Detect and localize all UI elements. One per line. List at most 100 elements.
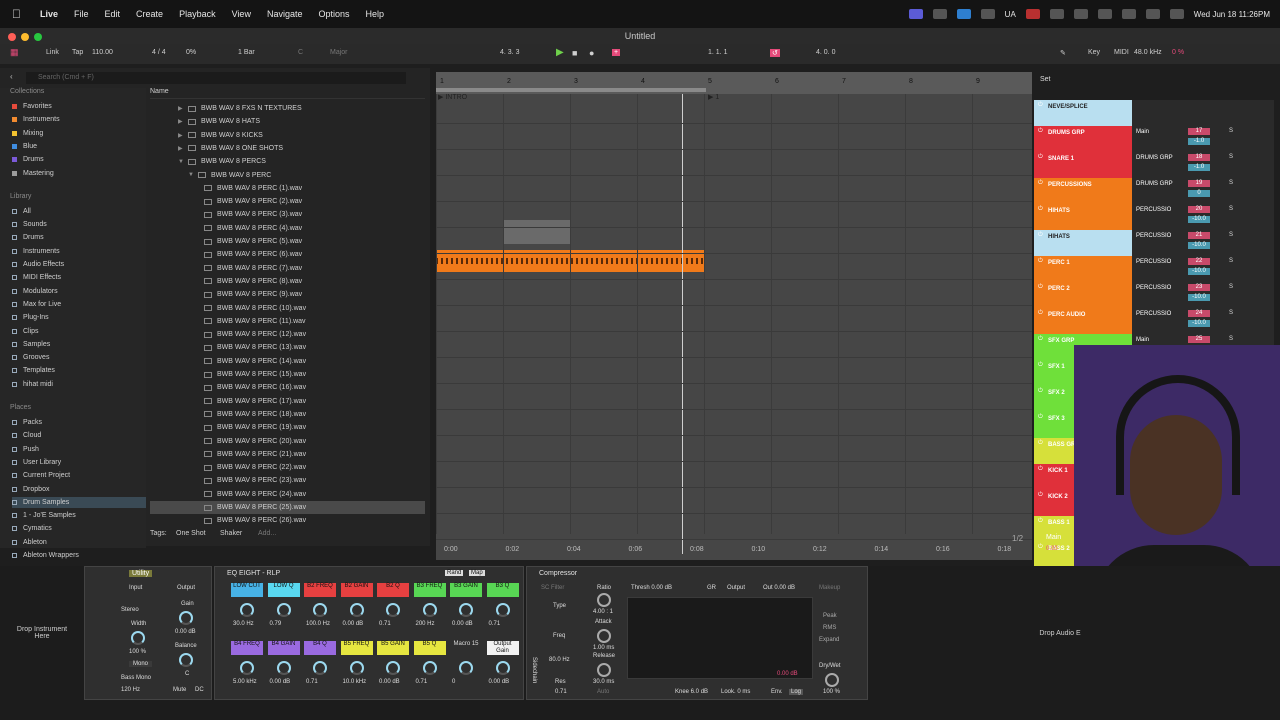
track-name[interactable]: PERC 2 bbox=[1034, 282, 1132, 308]
eq-knob[interactable] bbox=[459, 603, 473, 617]
map-button[interactable]: Map bbox=[469, 570, 485, 576]
places-item[interactable]: Current Project bbox=[12, 470, 146, 481]
out-value[interactable]: Out 0.00 dB bbox=[763, 585, 795, 591]
utility-width-value[interactable]: 100 % bbox=[129, 649, 146, 655]
drop-audio-zone[interactable]: Drop Audio E bbox=[1030, 630, 1090, 637]
track-volume[interactable]: -1.0 bbox=[1188, 164, 1210, 171]
track-volume[interactable]: 0 bbox=[1188, 190, 1210, 197]
track-lane[interactable] bbox=[436, 514, 1032, 540]
track-lane[interactable] bbox=[436, 254, 1032, 280]
collection-item[interactable]: Mixing bbox=[12, 128, 146, 139]
chevron-right-icon[interactable]: ▶ bbox=[178, 132, 188, 139]
eq-knob[interactable] bbox=[276, 661, 291, 675]
track-header[interactable]: PERC AUDIO ⏻ PERCUSSIO 24 S -10.0 bbox=[1034, 308, 1274, 334]
minimize-window-button[interactable] bbox=[21, 33, 29, 41]
chevron-right-icon[interactable]: ▶ bbox=[178, 145, 188, 152]
apple-icon[interactable]:  bbox=[12, 7, 26, 21]
collection-item[interactable]: Drums bbox=[12, 154, 146, 165]
view-toggle-icon[interactable]: ▦ bbox=[10, 47, 19, 58]
track-output-routing[interactable]: Main bbox=[1136, 129, 1149, 135]
eq-band-label[interactable]: B2 GAIN bbox=[340, 583, 373, 597]
width-knob[interactable] bbox=[131, 631, 145, 645]
accessibility-icon[interactable] bbox=[956, 9, 971, 19]
chevron-down-icon[interactable]: ▼ bbox=[188, 172, 198, 178]
attack-knob[interactable] bbox=[597, 629, 611, 643]
track-lane[interactable] bbox=[436, 228, 1032, 254]
eq-band-value[interactable]: 0.71 bbox=[489, 621, 501, 627]
makeup-toggle[interactable]: Makeup bbox=[819, 585, 840, 591]
time-ruler[interactable]: 0:00 0:02 0:04 0:06 0:08 0:10 0:12 0:14 0:16 0:18 bbox=[436, 546, 1032, 558]
zoom-window-button[interactable] bbox=[34, 33, 42, 41]
eq-knob[interactable] bbox=[313, 661, 327, 675]
track-output-routing[interactable]: Main bbox=[1136, 337, 1149, 343]
folder-row[interactable]: ▶ BWB WAV 8 ONE SHOTS bbox=[150, 142, 425, 155]
places-item[interactable]: Cymatics bbox=[12, 523, 146, 534]
track-activator-icon[interactable]: ⏻ bbox=[1038, 544, 1043, 551]
track-lane[interactable] bbox=[436, 98, 1032, 124]
track-header[interactable]: PERC 1 ⏻ PERCUSSIO 22 S -10.0 bbox=[1034, 256, 1274, 282]
loop-start-field[interactable]: 1. 1. 1 bbox=[708, 49, 727, 56]
file-row[interactable]: BWB WAV 8 PERC (9).wav bbox=[150, 288, 425, 301]
solo-button[interactable]: S bbox=[1229, 232, 1233, 238]
track-name[interactable]: HIHATS bbox=[1034, 230, 1132, 256]
file-row[interactable]: BWB WAV 8 PERC (16).wav bbox=[150, 381, 425, 394]
file-row[interactable]: BWB WAV 8 PERC (12).wav bbox=[150, 328, 425, 341]
track-output-routing[interactable]: PERCUSSIO bbox=[1136, 207, 1171, 213]
places-item[interactable]: Dropbox bbox=[12, 484, 146, 495]
back-arrow-icon[interactable]: ‹ bbox=[10, 72, 13, 81]
tag-chip[interactable]: Shaker bbox=[220, 530, 242, 537]
eq-knob[interactable] bbox=[422, 603, 437, 617]
collection-item[interactable]: Instruments bbox=[12, 114, 146, 125]
places-item[interactable]: Ableton Wrappers bbox=[12, 550, 146, 561]
library-item[interactable]: Sounds bbox=[12, 219, 146, 230]
folder-row[interactable]: ▶ BWB WAV 8 HATS bbox=[150, 115, 425, 128]
track-activator-icon[interactable]: ⏻ bbox=[1038, 388, 1043, 395]
track-activator-icon[interactable]: ⏻ bbox=[1038, 414, 1043, 421]
menu-help[interactable]: Help bbox=[366, 9, 385, 19]
file-row[interactable]: BWB WAV 8 PERC (15).wav bbox=[150, 368, 425, 381]
eq-band-value[interactable]: 0.00 dB bbox=[270, 679, 291, 685]
file-row[interactable]: BWB WAV 8 PERC (26).wav bbox=[150, 514, 425, 527]
log-toggle[interactable]: Log bbox=[789, 689, 804, 695]
freq-value[interactable]: 80.0 Hz bbox=[549, 657, 570, 663]
eq-knob[interactable] bbox=[276, 603, 291, 617]
solo-button[interactable]: S bbox=[1229, 180, 1233, 186]
eq-knob[interactable] bbox=[386, 603, 400, 617]
track-activator-icon[interactable]: ⏻ bbox=[1038, 310, 1043, 317]
library-item[interactable]: All bbox=[12, 206, 146, 217]
menu-file[interactable]: File bbox=[74, 9, 89, 19]
file-row[interactable]: BWB WAV 8 PERC (6).wav bbox=[150, 248, 425, 261]
eq-band-value[interactable]: 0.71 bbox=[379, 621, 391, 627]
play-button[interactable]: ▶ bbox=[556, 47, 564, 58]
track-lane[interactable] bbox=[436, 124, 1032, 150]
track-output-routing[interactable]: PERCUSSIO bbox=[1136, 285, 1171, 291]
places-item[interactable]: Drum Samples bbox=[12, 496, 146, 508]
track-lane[interactable] bbox=[436, 202, 1032, 228]
stop-button[interactable]: ■ bbox=[572, 48, 577, 58]
close-window-button[interactable] bbox=[8, 33, 16, 41]
search-icon[interactable] bbox=[1145, 9, 1160, 19]
eq-band-label[interactable]: B3 GAIN bbox=[450, 583, 482, 597]
track-name[interactable]: PERC 1 bbox=[1034, 256, 1132, 282]
meter-field[interactable]: 4 / 4 bbox=[152, 49, 166, 56]
eq-band-label[interactable]: B5 GAIN bbox=[377, 641, 409, 655]
track-activator-icon[interactable]: ⏻ bbox=[1038, 466, 1043, 473]
places-item[interactable]: User Library bbox=[12, 457, 146, 468]
dc-toggle[interactable]: DC bbox=[195, 687, 204, 693]
utility-stereo-select[interactable]: Stereo bbox=[121, 607, 139, 613]
arrangement-position[interactable]: 4. 3. 3 bbox=[500, 49, 519, 56]
library-item[interactable]: Audio Effects bbox=[12, 259, 146, 270]
track-header[interactable]: SNARE 1 ⏻ DRUMS GRP 18 S -1.0 bbox=[1034, 152, 1274, 178]
tag-chip[interactable]: One Shot bbox=[176, 530, 206, 537]
places-item[interactable]: Cloud bbox=[12, 430, 146, 441]
places-item[interactable]: Packs bbox=[12, 417, 146, 428]
solo-button[interactable]: S bbox=[1229, 258, 1233, 264]
track-output-routing[interactable]: DRUMS GRP bbox=[1136, 181, 1173, 187]
track-activator-icon[interactable]: ⏻ bbox=[1038, 518, 1043, 525]
library-item[interactable]: MIDI Effects bbox=[12, 272, 146, 283]
file-row[interactable]: BWB WAV 8 PERC (18).wav bbox=[150, 408, 425, 421]
track-lane[interactable] bbox=[436, 384, 1032, 410]
eq-band-label[interactable]: B2 FREQ bbox=[304, 583, 336, 597]
battery-icon[interactable] bbox=[1097, 9, 1112, 19]
library-item[interactable]: Instruments bbox=[12, 246, 146, 257]
